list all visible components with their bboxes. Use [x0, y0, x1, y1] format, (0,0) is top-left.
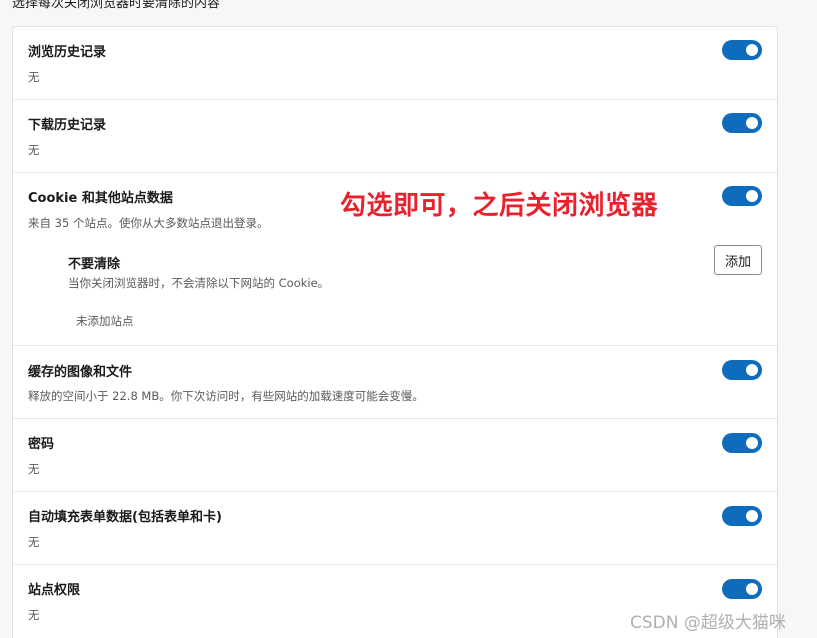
- cookies-toggle[interactable]: [722, 186, 762, 206]
- do-not-clear-description: 当你关闭浏览器时，不会清除以下网站的 Cookie。: [68, 276, 330, 290]
- passwords-toggle[interactable]: [722, 433, 762, 453]
- setting-title: 浏览历史记录: [28, 45, 107, 60]
- toggle-knob: [746, 117, 758, 129]
- setting-title: 缓存的图像和文件: [28, 365, 133, 380]
- toggle-knob: [746, 190, 758, 202]
- setting-description: 无: [28, 608, 40, 622]
- toggle-knob: [746, 510, 758, 522]
- setting-title: 密码: [28, 437, 55, 452]
- autofill-toggle[interactable]: [722, 506, 762, 526]
- setting-description: 无: [28, 70, 40, 84]
- add-site-button[interactable]: 添加: [714, 245, 762, 275]
- setting-row-cached-images: 缓存的图像和文件 释放的空间小于 22.8 MB。你下次访问时，有些网站的加载速…: [13, 346, 777, 419]
- setting-row-download-history: 下载历史记录 无: [13, 100, 777, 173]
- browsing-history-toggle[interactable]: [722, 40, 762, 60]
- setting-title: 自动填充表单数据(包括表单和卡): [28, 510, 222, 525]
- setting-description: 无: [28, 535, 40, 549]
- setting-title: 下载历史记录: [28, 118, 107, 133]
- setting-row-browsing-history: 浏览历史记录 无: [13, 27, 777, 100]
- red-annotation-text: 勾选即可，之后关闭浏览器: [340, 191, 659, 221]
- no-sites-added-text: 未添加站点: [76, 314, 134, 328]
- toggle-knob: [746, 364, 758, 376]
- download-history-toggle[interactable]: [722, 113, 762, 133]
- settings-page: 选择每次关闭浏览器时要清除的内容 浏览历史记录 无 下载历史记录 无 Cooki…: [0, 0, 817, 638]
- setting-description: 无: [28, 462, 40, 476]
- toggle-knob: [746, 44, 758, 56]
- toggle-knob: [746, 437, 758, 449]
- setting-description: 无: [28, 143, 40, 157]
- cached-images-toggle[interactable]: [722, 360, 762, 380]
- setting-description: 来自 35 个站点。使你从大多数站点退出登录。: [28, 216, 269, 230]
- setting-title: Cookie 和其他站点数据: [28, 191, 173, 206]
- csdn-watermark: CSDN @超级大猫咪: [630, 613, 786, 633]
- setting-description: 释放的空间小于 22.8 MB。你下次访问时，有些网站的加载速度可能会变慢。: [28, 389, 424, 403]
- site-permissions-toggle[interactable]: [722, 579, 762, 599]
- section-heading: 选择每次关闭浏览器时要清除的内容: [12, 0, 221, 11]
- setting-row-autofill: 自动填充表单数据(包括表单和卡) 无: [13, 492, 777, 565]
- toggle-knob: [746, 583, 758, 595]
- clear-on-close-card: 浏览历史记录 无 下载历史记录 无 Cookie 和其他站点数据 来自 35 个…: [12, 26, 778, 638]
- setting-row-passwords: 密码 无: [13, 419, 777, 492]
- do-not-clear-title: 不要清除: [68, 257, 121, 272]
- setting-title: 站点权限: [28, 583, 81, 598]
